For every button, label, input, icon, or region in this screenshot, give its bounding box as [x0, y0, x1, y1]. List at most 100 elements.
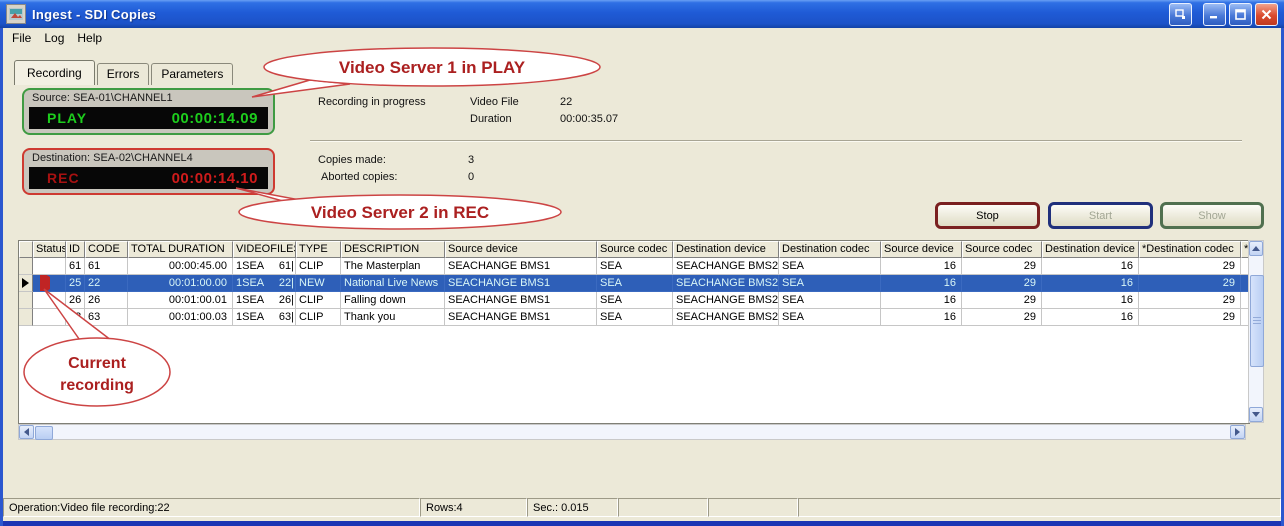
row-selector-cell	[19, 309, 33, 326]
column-header[interactable]: Destination device	[1042, 241, 1139, 258]
scroll-down-button[interactable]	[1249, 407, 1263, 422]
start-button[interactable]: Start	[1048, 202, 1153, 229]
cell-videofiles: 1SEA26|	[233, 292, 296, 309]
copies-made-label: Copies made:	[318, 154, 386, 166]
column-header[interactable]: VIDEOFILES	[233, 241, 296, 258]
column-header[interactable]: Source codec	[597, 241, 673, 258]
recording-status-text: Recording in progress	[318, 96, 426, 108]
cell-code: 22	[85, 275, 128, 292]
close-button[interactable]	[1255, 3, 1278, 26]
cell-destination_codec2: 29	[1139, 275, 1241, 292]
cell-id: 26	[66, 292, 85, 309]
callout-play-bubble: Video Server 1 in PLAY	[252, 48, 600, 97]
cell-destination_device: SEACHANGE BMS2	[673, 309, 779, 326]
column-header[interactable]: TYPE	[296, 241, 341, 258]
column-header[interactable]: Status	[33, 241, 66, 258]
videofiles-label: 1SEA	[236, 311, 264, 325]
duration-label: Duration	[470, 113, 512, 125]
scroll-left-button[interactable]	[19, 425, 34, 439]
statusbar-sec: Sec.: 0.015	[527, 498, 618, 517]
duration-value: 00:00:35.07	[560, 113, 618, 125]
tab-recording[interactable]: Recording	[14, 60, 95, 85]
cell-destination_device2: 16	[1042, 309, 1139, 326]
table-row[interactable]: 636300:01:00.031SEA63|CLIPThank youSEACH…	[19, 309, 1249, 326]
video-file-label: Video File	[470, 96, 519, 108]
cell-destination_device2: 16	[1042, 275, 1139, 292]
cell-destination_device: SEACHANGE BMS2	[673, 275, 779, 292]
app-window: Ingest - SDI Copies File Log Help Record…	[0, 0, 1284, 526]
column-header[interactable]: CODE	[85, 241, 128, 258]
destination-channel-panel: Destination: SEA-02\CHANNEL4 REC 00:00:1…	[22, 148, 275, 195]
arrow-down-icon	[1252, 412, 1260, 417]
horizontal-scroll-thumb[interactable]	[35, 426, 53, 440]
cell-total_duration: 00:01:00.03	[128, 309, 233, 326]
recording-indicator-icon	[40, 275, 50, 292]
cell-description: Thank you	[341, 309, 445, 326]
stop-button[interactable]: Stop	[935, 202, 1040, 229]
vertical-scroll-thumb[interactable]	[1250, 275, 1264, 367]
column-header[interactable]: Source codec	[962, 241, 1042, 258]
titlebar: Ingest - SDI Copies	[0, 0, 1284, 28]
arrow-right-icon	[1235, 428, 1240, 436]
cell-destination_codec: SEA	[779, 275, 881, 292]
table-row[interactable]: 252200:01:00.001SEA22|NEWNational Live N…	[19, 275, 1249, 292]
window-controls	[1169, 3, 1278, 26]
scroll-right-button[interactable]	[1230, 425, 1245, 439]
column-header[interactable]: DESCRIPTION	[341, 241, 445, 258]
column-header[interactable]: Destination device	[673, 241, 779, 258]
videofiles-count: 61|	[279, 260, 294, 274]
cell-type: NEW	[296, 275, 341, 292]
callout-rec-bubble: Video Server 2 in REC	[236, 188, 561, 229]
menu-file[interactable]: File	[8, 29, 40, 47]
column-header[interactable]: Source device	[445, 241, 597, 258]
statusbar-rows: Rows:4	[420, 498, 527, 517]
minimize-button[interactable]	[1203, 3, 1226, 26]
column-header[interactable]	[19, 241, 33, 258]
cell-source_device: SEACHANGE BMS1	[445, 309, 597, 326]
column-header[interactable]: Destination codec	[779, 241, 881, 258]
maximize-button[interactable]	[1229, 3, 1252, 26]
tab-strip: Recording Errors Parameters	[14, 59, 235, 85]
system-tray-button[interactable]	[1169, 3, 1192, 26]
row-selector-cell	[19, 275, 33, 292]
cell-destination_codec2: 29	[1139, 258, 1241, 275]
table-row[interactable]: 616100:00:45.001SEA61|CLIPThe Masterplan…	[19, 258, 1249, 275]
show-button[interactable]: Show	[1160, 202, 1264, 229]
videofiles-count: 63|	[279, 311, 294, 325]
cell-destination_device2: 16	[1042, 258, 1139, 275]
row-selector-cell	[19, 292, 33, 309]
source-channel-label: Source: SEA-01\CHANNEL1	[24, 90, 273, 104]
cell-description: The Masterplan	[341, 258, 445, 275]
arrow-up-icon	[1252, 246, 1260, 251]
table-row[interactable]: 262600:01:00.011SEA26|CLIPFalling downSE…	[19, 292, 1249, 309]
cell-total_duration: 00:01:00.00	[128, 275, 233, 292]
column-header[interactable]: Source device	[881, 241, 962, 258]
cell-source_device2: 16	[881, 309, 962, 326]
menu-log[interactable]: Log	[40, 29, 73, 47]
cell-description: National Live News	[341, 275, 445, 292]
svg-text:Video Server 2 in REC: Video Server 2 in REC	[311, 203, 489, 222]
statusbar-empty-3	[798, 498, 1281, 517]
cell-total_duration: 00:00:45.00	[128, 258, 233, 275]
aborted-copies-value: 0	[468, 171, 474, 183]
tab-parameters[interactable]: Parameters	[151, 63, 233, 85]
row-selector-cell	[19, 258, 33, 275]
source-channel-panel: Source: SEA-01\CHANNEL1 PLAY 00:00:14.09	[22, 88, 275, 135]
cell-status	[33, 258, 66, 275]
column-header[interactable]: TOTAL DURATION	[128, 241, 233, 258]
cell-source_codec: SEA	[597, 275, 673, 292]
column-header[interactable]: ID	[66, 241, 85, 258]
horizontal-scrollbar[interactable]	[18, 424, 1246, 440]
video-file-value: 22	[560, 96, 572, 108]
tab-errors[interactable]: Errors	[97, 63, 150, 85]
column-header[interactable]: *Destination codec	[1139, 241, 1241, 258]
vertical-scrollbar[interactable]	[1248, 240, 1264, 423]
cell-type: CLIP	[296, 258, 341, 275]
cell-type: CLIP	[296, 292, 341, 309]
scroll-up-button[interactable]	[1249, 241, 1263, 256]
statusbar-empty-2	[708, 498, 798, 517]
source-lcd-display: PLAY 00:00:14.09	[29, 107, 268, 129]
cell-source_device: SEACHANGE BMS1	[445, 292, 597, 309]
cell-destination_codec: SEA	[779, 258, 881, 275]
menu-help[interactable]: Help	[73, 29, 111, 47]
